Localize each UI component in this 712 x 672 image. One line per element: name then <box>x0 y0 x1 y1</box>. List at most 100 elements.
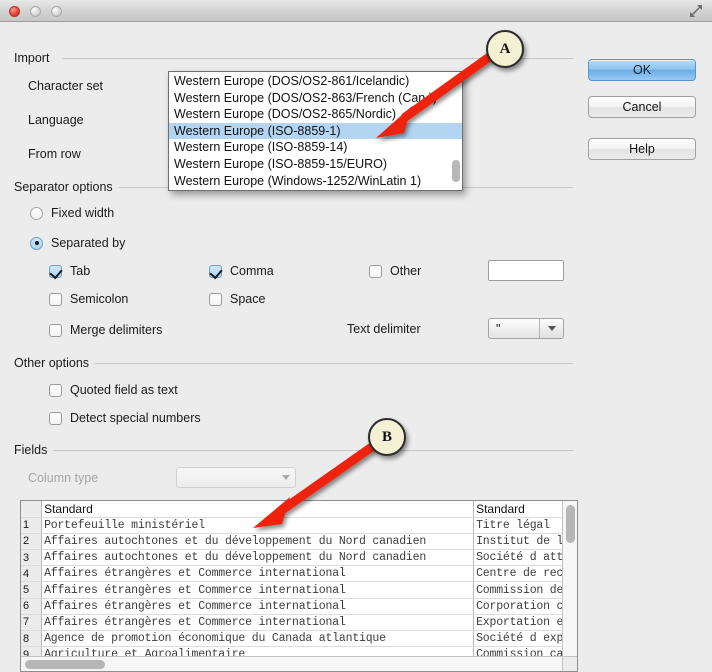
checkbox-unchecked-icon[interactable] <box>369 264 382 278</box>
checkbox-other[interactable]: Other <box>369 264 421 278</box>
preview-table: Standard Standard 1 Portefeuille ministé… <box>21 501 577 664</box>
radio-circle-icon[interactable] <box>30 206 43 220</box>
table-row[interactable]: 2 Affaires autochtones et du développeme… <box>21 533 577 551</box>
checkbox-unchecked-icon[interactable] <box>49 323 62 337</box>
checkbox-unchecked-icon[interactable] <box>49 411 62 425</box>
cell-col1[interactable]: Affaires étrangères et Commerce internat… <box>41 614 475 632</box>
text-delimiter-label: Text delimiter <box>347 322 421 336</box>
text-delimiter-combobox[interactable]: " <box>488 318 564 339</box>
window-titlebar <box>0 0 712 22</box>
ok-button[interactable]: OK <box>588 59 696 81</box>
table-row[interactable]: 4 Affaires étrangères et Commerce intern… <box>21 565 577 583</box>
dropdown-option-2[interactable]: Western Europe (DOS/OS2-865/Nordic) <box>169 106 462 123</box>
radio-fixed-width[interactable]: Fixed width <box>30 206 114 220</box>
checkbox-detect-special-label: Detect special numbers <box>70 411 201 425</box>
cell-col1[interactable]: Affaires étrangères et Commerce internat… <box>41 565 475 583</box>
grid-horizontal-scroll-thumb[interactable] <box>25 660 105 669</box>
chevron-down-icon[interactable] <box>277 468 295 487</box>
checkbox-other-label: Other <box>390 264 422 278</box>
dropdown-option-1[interactable]: Western Europe (DOS/OS2-863/French (Can.… <box>169 90 462 107</box>
grid-horizontal-scrollbar[interactable] <box>21 656 564 671</box>
group-label-import: Import <box>14 51 56 65</box>
row-number[interactable]: 5 <box>21 581 43 599</box>
text-import-dialog: Import Character set Western Europe (ISO… <box>0 22 712 672</box>
group-label-other-options: Other options <box>14 356 96 370</box>
table-row[interactable]: 6 Affaires étrangères et Commerce intern… <box>21 598 577 615</box>
table-row[interactable]: 3 Affaires autochtones et du développeme… <box>21 549 577 567</box>
group-rule-fields <box>53 450 573 451</box>
dropdown-option-5[interactable]: Western Europe (ISO-8859-15/EURO) <box>169 156 462 173</box>
dropdown-option-3-selected[interactable]: Western Europe (ISO-8859-1) <box>169 122 462 140</box>
table-row[interactable]: 1 Portefeuille ministériel Titre légal <box>21 517 577 534</box>
checkbox-unchecked-icon[interactable] <box>49 292 62 306</box>
row-number[interactable]: 7 <box>21 614 43 632</box>
checkbox-semicolon[interactable]: Semicolon <box>49 292 128 306</box>
help-button[interactable]: Help <box>588 138 696 160</box>
checkbox-quoted-field-as-text[interactable]: Quoted field as text <box>49 383 178 397</box>
table-row[interactable]: 8 Agence de promotion économique du Cana… <box>21 630 577 648</box>
row-number[interactable]: 8 <box>21 630 43 648</box>
callout-marker-a: A <box>486 30 524 68</box>
checkbox-unchecked-icon[interactable] <box>209 292 222 306</box>
grid-scrollbar-corner <box>562 656 577 671</box>
dropdown-option-0[interactable]: Western Europe (DOS/OS2-861/Icelandic) <box>169 73 462 90</box>
resize-fullscreen-icon[interactable] <box>688 4 704 19</box>
checkbox-quoted-field-label: Quoted field as text <box>70 383 178 397</box>
checkbox-merge-delimiters-label: Merge delimiters <box>70 323 163 337</box>
row-number[interactable]: 3 <box>21 549 43 567</box>
checkbox-checked-icon[interactable] <box>49 264 62 278</box>
dropdown-scroll-thumb[interactable] <box>452 160 460 182</box>
radio-circle-selected-icon[interactable] <box>30 236 43 250</box>
checkbox-tab-label: Tab <box>70 264 91 278</box>
cell-col1[interactable]: Agence de promotion économique du Canada… <box>41 630 475 648</box>
grid-vertical-scrollbar[interactable] <box>562 501 577 658</box>
radio-separated-by-label: Separated by <box>51 236 126 250</box>
column-type-label: Column type <box>28 471 99 485</box>
group-rule-other-options <box>94 363 573 364</box>
checkbox-semicolon-label: Semicolon <box>70 292 129 306</box>
radio-separated-by[interactable]: Separated by <box>30 236 125 250</box>
callout-marker-b: B <box>368 418 406 456</box>
checkbox-checked-icon[interactable] <box>209 264 222 278</box>
grid-vertical-scroll-thumb[interactable] <box>566 505 575 543</box>
row-number[interactable]: 2 <box>21 533 43 551</box>
checkbox-space-label: Space <box>230 292 266 306</box>
cancel-button[interactable]: Cancel <box>588 96 696 118</box>
checkbox-unchecked-icon[interactable] <box>49 383 62 397</box>
cell-col1[interactable]: Affaires autochtones et du développement… <box>41 533 475 551</box>
checkbox-tab[interactable]: Tab <box>49 264 90 278</box>
cell-col1[interactable]: Affaires autochtones et du développement… <box>41 549 475 567</box>
cell-col1[interactable]: Affaires étrangères et Commerce internat… <box>41 581 475 599</box>
checkbox-comma[interactable]: Comma <box>209 264 274 278</box>
other-separator-input[interactable] <box>488 260 564 281</box>
chevron-down-icon[interactable] <box>539 319 563 338</box>
table-row[interactable]: 7 Affaires étrangères et Commerce intern… <box>21 614 577 632</box>
dropdown-option-4[interactable]: Western Europe (ISO-8859-14) <box>169 139 462 156</box>
row-number[interactable]: 1 <box>21 517 43 534</box>
character-set-label: Character set <box>28 79 104 93</box>
column-header-1[interactable]: Standard <box>41 501 475 518</box>
import-preview-grid[interactable]: Standard Standard 1 Portefeuille ministé… <box>20 500 578 672</box>
checkbox-detect-special-numbers[interactable]: Detect special numbers <box>49 411 201 425</box>
checkbox-merge-delimiters[interactable]: Merge delimiters <box>49 323 162 337</box>
dropdown-option-6[interactable]: Western Europe (Windows-1252/WinLatin 1) <box>169 173 462 190</box>
cell-col1[interactable]: Affaires étrangères et Commerce internat… <box>41 598 475 615</box>
table-row[interactable]: 5 Affaires étrangères et Commerce intern… <box>21 581 577 599</box>
checkbox-comma-label: Comma <box>230 264 274 278</box>
radio-fixed-width-label: Fixed width <box>51 206 115 220</box>
minimize-window-button[interactable] <box>30 6 41 17</box>
grid-corner-cell[interactable] <box>21 501 43 518</box>
cell-col1[interactable]: Portefeuille ministériel <box>41 517 475 534</box>
table-header-row: Standard Standard <box>21 501 577 518</box>
from-row-label: From row <box>28 147 81 161</box>
checkbox-space[interactable]: Space <box>209 292 265 306</box>
group-label-fields: Fields <box>14 443 54 457</box>
character-set-dropdown-list[interactable]: Western Europe (DOS/OS2-861/Icelandic) W… <box>168 71 463 192</box>
zoom-window-button[interactable] <box>51 6 62 17</box>
language-label: Language <box>28 113 84 127</box>
group-label-separator-options: Separator options <box>14 180 119 194</box>
close-window-button[interactable] <box>9 6 20 17</box>
row-number[interactable]: 4 <box>21 565 43 583</box>
row-number[interactable]: 6 <box>21 598 43 615</box>
column-type-combobox[interactable] <box>176 467 296 488</box>
